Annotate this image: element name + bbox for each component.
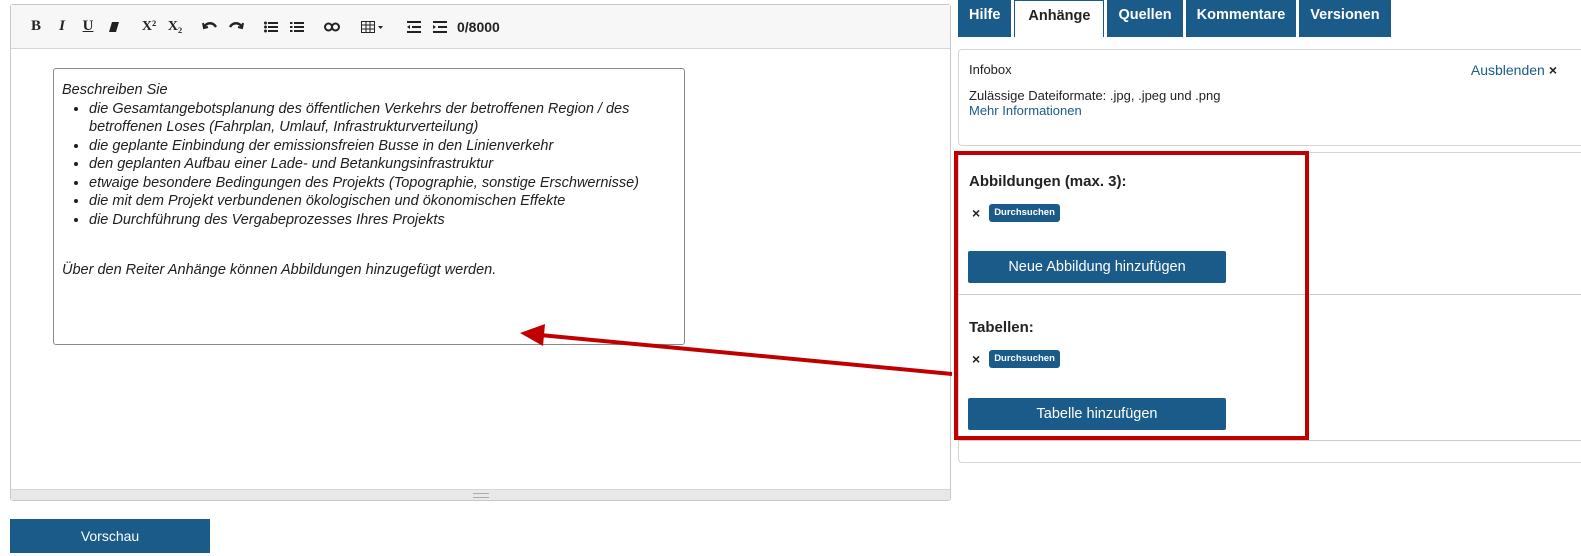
- more-info-link[interactable]: Mehr Informationen: [969, 103, 1571, 118]
- browse-table-button[interactable]: Durchsuchen: [989, 350, 1060, 368]
- indent-icon: [433, 20, 447, 33]
- hint-item: die Gesamtangebotsplanung des öffentlich…: [89, 100, 676, 137]
- preview-button[interactable]: Vorschau: [10, 519, 210, 553]
- section-divider: [959, 294, 1581, 295]
- outdent-button[interactable]: [401, 14, 427, 40]
- redo-icon: [228, 21, 244, 29]
- table-upload-row: × Durchsuchen: [972, 350, 1060, 368]
- clear-format-button[interactable]: [101, 14, 127, 40]
- instruction-box: Beschreiben Sie die Gesamtangebotsplanun…: [53, 68, 685, 345]
- eraser-icon: [109, 21, 119, 32]
- table-icon: [361, 20, 383, 33]
- indent-group: 0/8000: [401, 14, 500, 40]
- superscript-button[interactable]: X²: [136, 14, 162, 40]
- image-upload-row: × Durchsuchen: [972, 204, 1060, 222]
- hide-infobox-button[interactable]: Ausblenden ×: [1471, 62, 1557, 78]
- hide-label: Ausblenden: [1470, 62, 1545, 78]
- section-divider: [959, 440, 1581, 441]
- close-icon: ×: [1548, 62, 1557, 78]
- tables-section-title: Tabellen:: [969, 319, 1034, 336]
- tab-versions[interactable]: Versionen: [1299, 0, 1391, 37]
- numbered-list-button[interactable]: [284, 14, 310, 40]
- editor-content[interactable]: Beschreiben Sie die Gesamtangebotsplanun…: [11, 49, 950, 490]
- hint-item: die geplante Einbindung der emissionsfre…: [89, 137, 676, 156]
- history-group: [197, 14, 249, 40]
- insert-link-button[interactable]: [319, 14, 345, 40]
- browse-image-button[interactable]: Durchsuchen: [989, 204, 1060, 222]
- redo-button[interactable]: [223, 14, 249, 40]
- hint-item: die Durchführung des Vergabeprozesses Ih…: [89, 211, 676, 230]
- tab-comments[interactable]: Kommentare: [1185, 0, 1297, 37]
- underline-button[interactable]: U: [75, 14, 101, 40]
- bullet-list-icon: [264, 21, 278, 32]
- subscript-button[interactable]: X₂: [162, 14, 188, 40]
- remove-table-icon[interactable]: ×: [972, 351, 980, 367]
- hint-item: den geplanten Aufbau einer Lade- und Bet…: [89, 155, 676, 174]
- tab-sources[interactable]: Quellen: [1107, 0, 1183, 37]
- attachments-panel: Abbildungen (max. 3): × Durchsuchen Neue…: [958, 152, 1581, 463]
- format-group: B I U: [23, 14, 127, 40]
- hint-intro: Beschreiben Sie: [62, 82, 168, 98]
- remove-image-icon[interactable]: ×: [972, 205, 980, 221]
- bullet-list-button[interactable]: [258, 14, 284, 40]
- editor-resize-handle[interactable]: [11, 489, 950, 500]
- link-icon: [324, 22, 340, 31]
- bold-button[interactable]: B: [23, 14, 49, 40]
- outdent-icon: [407, 20, 421, 33]
- images-section-title: Abbildungen (max. 3):: [969, 173, 1127, 190]
- infobox: Infobox Ausblenden × Zulässige Dateiforma…: [958, 49, 1581, 146]
- rich-text-editor: B I U X² X₂ 0/8000 Beschreiben Sie • die…: [10, 4, 951, 501]
- resize-grip-icon: [473, 493, 489, 498]
- numbered-list-icon: [290, 21, 304, 32]
- add-table-button[interactable]: Tabelle hinzufügen: [968, 398, 1226, 430]
- hint-footer: Über den Reiter Anhänge können Abbildung…: [62, 262, 497, 278]
- tab-attachments[interactable]: Anhänge: [1014, 0, 1105, 37]
- undo-button[interactable]: [197, 14, 223, 40]
- chevron-down-icon: [378, 25, 383, 29]
- list-group: [258, 14, 310, 40]
- character-count: 0/8000: [457, 18, 500, 35]
- undo-icon: [202, 21, 218, 29]
- side-tabs: Hilfe Anhänge Quellen Kommentare Version…: [958, 0, 1394, 37]
- add-image-button[interactable]: Neue Abbildung hinzufügen: [968, 251, 1226, 283]
- hint-item: etwaige besondere Bedingungen des Projek…: [89, 174, 676, 193]
- insert-table-button[interactable]: [354, 14, 392, 40]
- script-group: X² X₂: [136, 14, 188, 40]
- tab-help[interactable]: Hilfe: [958, 0, 1012, 37]
- editor-toolbar: B I U X² X₂ 0/8000: [11, 5, 950, 49]
- hint-list: die Gesamtangebotsplanung des öffentlich…: [62, 100, 676, 230]
- table-group: [354, 14, 392, 40]
- indent-button[interactable]: [427, 14, 453, 40]
- allowed-formats-text: Zulässige Dateiformate: .jpg, .jpeg und …: [969, 88, 1221, 103]
- italic-button[interactable]: I: [49, 14, 75, 40]
- link-group: [319, 14, 345, 40]
- hint-item: die mit dem Projekt verbundenen ökologis…: [89, 192, 676, 211]
